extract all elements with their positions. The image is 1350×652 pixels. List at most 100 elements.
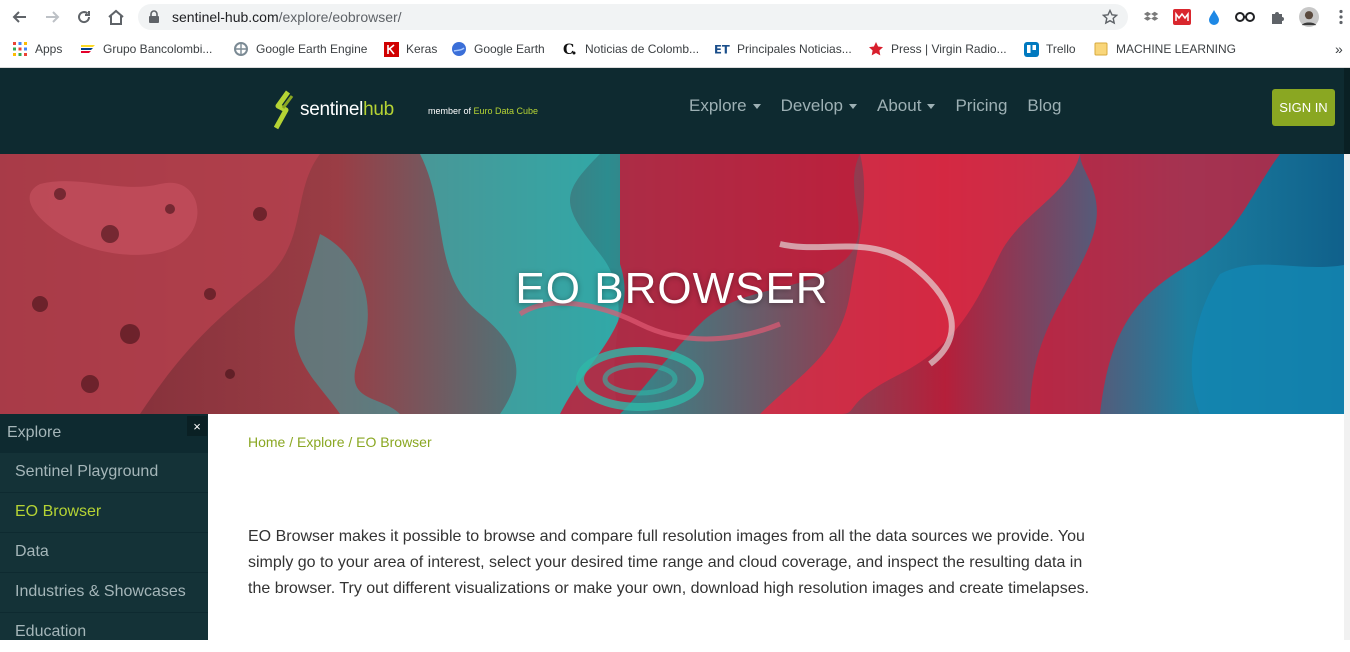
site-header: sentinelhub member of Euro Data Cube Exp… [0, 68, 1350, 154]
bancolombia-icon [80, 41, 96, 57]
bookmark-label: Trello [1046, 42, 1076, 56]
breadcrumb-home[interactable]: Home [248, 434, 285, 450]
star-icon [868, 41, 884, 57]
logo-sentinel: sentinel [300, 99, 364, 120]
bookmark-label: Noticias de Colomb... [585, 42, 700, 56]
close-icon[interactable]: × [187, 416, 207, 436]
et-icon: ET [714, 41, 730, 57]
nav-label: Explore [689, 96, 747, 115]
svg-text:ET: ET [714, 42, 730, 56]
main-content: Home / Explore / EO Browser EO Browser m… [208, 414, 1344, 640]
bookmark-keras[interactable]: Keras [383, 40, 437, 58]
bookmark-noticias[interactable]: C Noticias de Colomb... [562, 40, 699, 58]
apps-grid-icon [12, 41, 28, 57]
extensions-puzzle-icon[interactable] [1268, 7, 1288, 27]
nav-pricing[interactable]: Pricing [955, 96, 1007, 116]
nav-blog[interactable]: Blog [1027, 96, 1061, 116]
nav-label: Develop [780, 96, 844, 115]
sidebar-item-label: Education [15, 623, 87, 640]
page-title: EO BROWSER [515, 264, 829, 313]
sidebar-item-industries-showcases[interactable]: Industries & Showcases [0, 572, 208, 612]
nav-develop[interactable]: Develop [780, 96, 858, 116]
bookmark-virgin-radio[interactable]: Press | Virgin Radio... [868, 40, 1007, 58]
breadcrumb-current: EO Browser [356, 434, 432, 450]
sentinelhub-mark-icon [274, 90, 294, 130]
raindrop-extension-icon[interactable] [1204, 7, 1224, 27]
sidebar-item-label: Industries & Showcases [15, 583, 186, 600]
nav-about[interactable]: About [877, 96, 936, 116]
breadcrumb-explore[interactable]: Explore [297, 434, 344, 450]
main-nav: Explore Develop About Pricing Blog [689, 96, 1081, 116]
hero-banner: EO BROWSER [0, 154, 1350, 414]
caret-down-icon [752, 103, 761, 109]
back-button[interactable] [10, 7, 30, 27]
bookmark-apps[interactable]: Apps [12, 40, 62, 58]
lock-icon [149, 10, 159, 23]
address-bar[interactable]: sentinel-hub.com/explore/eobrowser/ [138, 4, 1128, 30]
folder-icon [1093, 41, 1109, 57]
forward-button[interactable] [42, 7, 62, 27]
url-text: sentinel-hub.com/explore/eobrowser/ [172, 9, 402, 25]
sidebar-item-education[interactable]: Education [0, 612, 208, 652]
bookmark-star-icon[interactable] [1102, 9, 1118, 25]
earth-engine-icon [233, 41, 249, 57]
browser-toolbar: sentinel-hub.com/explore/eobrowser/ [0, 0, 1350, 34]
sidebar-item-sentinel-playground[interactable]: Sentinel Playground [0, 452, 208, 492]
sidebar-item-data[interactable]: Data [0, 532, 208, 572]
bookmark-bancolombia[interactable]: Grupo Bancolombi... [80, 40, 212, 58]
google-earth-icon [451, 41, 467, 57]
bookmark-label: Grupo Bancolombi... [103, 42, 213, 56]
mega-extension-icon[interactable] [1172, 7, 1192, 27]
bookmark-principales-noticias[interactable]: ET Principales Noticias... [714, 40, 852, 58]
home-icon [108, 9, 124, 25]
nav-label: About [877, 96, 922, 115]
keras-icon [383, 41, 399, 57]
glasses-extension-icon[interactable] [1235, 7, 1255, 27]
sidebar-header: Explore × [0, 414, 208, 452]
bookmark-label: Principales Noticias... [737, 42, 852, 56]
sign-in-button[interactable]: SIGN IN [1272, 89, 1335, 126]
home-button[interactable] [106, 7, 126, 27]
bookmark-google-earth[interactable]: Google Earth [451, 40, 545, 58]
sidebar-item-label: Sentinel Playground [15, 463, 159, 480]
bookmark-label: MACHINE LEARNING [1116, 42, 1237, 56]
sidebar-item-eo-browser[interactable]: EO Browser [0, 492, 208, 532]
page-scrollbar[interactable] [1344, 154, 1350, 640]
reload-icon [78, 11, 91, 24]
breadcrumb-separator: / [344, 434, 357, 450]
member-prefix: member of [428, 106, 474, 116]
svg-text:C: C [563, 42, 574, 57]
bookmark-machine-learning[interactable]: MACHINE LEARNING [1093, 40, 1236, 58]
euro-data-cube-link[interactable]: Euro Data Cube [474, 106, 539, 116]
bookmarks-overflow-button[interactable]: » [1335, 40, 1343, 58]
sentinelhub-logo[interactable]: sentinelhub [274, 88, 394, 132]
trello-icon [1023, 41, 1039, 57]
logo-hub: hub [363, 99, 394, 120]
noticias-icon: C [562, 41, 578, 57]
back-arrow-icon [12, 11, 26, 23]
header-scrollbar-track [1344, 68, 1350, 154]
caret-down-icon [927, 103, 936, 109]
bookmark-label: Apps [35, 42, 63, 56]
sidebar-item-label: EO Browser [15, 503, 102, 520]
logo-wordmark: sentinelhub [300, 99, 394, 121]
explore-sidebar: Explore × Sentinel Playground EO Browser… [0, 414, 208, 640]
browser-chrome: sentinel-hub.com/explore/eobrowser/ Apps… [0, 0, 1350, 68]
dropbox-extension-icon[interactable] [1141, 7, 1161, 27]
nav-label: Pricing [955, 96, 1008, 115]
member-of-tagline: member of Euro Data Cube [428, 106, 538, 116]
url-domain: sentinel-hub.com [172, 9, 279, 25]
url-path: /explore/eobrowser/ [278, 9, 402, 25]
browser-menu-icon[interactable] [1331, 7, 1350, 27]
breadcrumb-separator: / [285, 434, 298, 450]
reload-button[interactable] [74, 7, 94, 27]
forward-arrow-icon [46, 11, 60, 23]
nav-explore[interactable]: Explore [689, 96, 761, 116]
bookmark-earth-engine[interactable]: Google Earth Engine [233, 40, 367, 58]
sidebar-title: Explore [7, 424, 62, 441]
nav-label: Blog [1027, 96, 1062, 115]
sidebar-item-label: Data [15, 543, 49, 560]
breadcrumb: Home / Explore / EO Browser [248, 434, 432, 450]
profile-avatar[interactable] [1299, 7, 1319, 27]
bookmark-trello[interactable]: Trello [1023, 40, 1076, 58]
